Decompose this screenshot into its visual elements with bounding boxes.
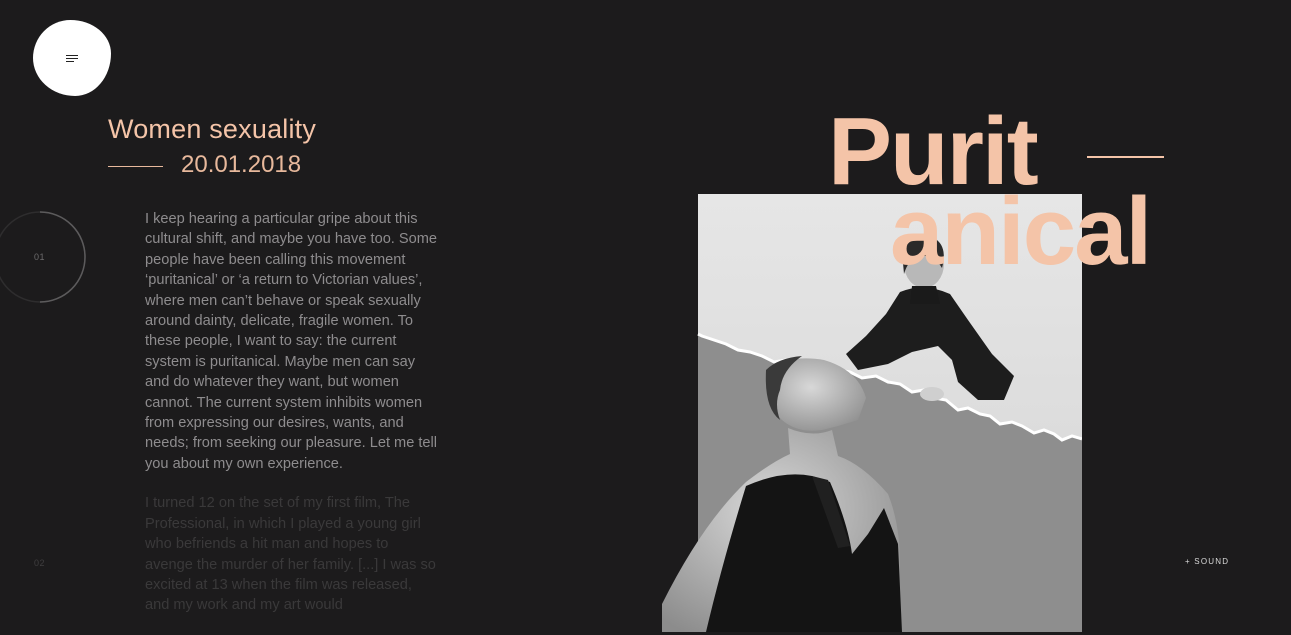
hamburger-menu-icon xyxy=(66,55,78,62)
section-number-current[interactable]: 01 xyxy=(34,252,45,262)
article-body: I keep hearing a particular gripe about … xyxy=(145,209,440,635)
section-number-next[interactable]: 02 xyxy=(34,558,45,568)
hero-divider xyxy=(1087,156,1164,158)
date-divider xyxy=(108,166,163,167)
article-paragraph: I keep hearing a particular gripe about … xyxy=(145,211,438,472)
post-date: 20.01.2018 xyxy=(181,151,302,178)
sound-toggle[interactable]: + SOUND xyxy=(1185,557,1229,566)
article-paragraph-faded: I turned 12 on the set of my first film,… xyxy=(145,495,436,614)
hero-heading-line-2: anical xyxy=(890,178,1152,285)
menu-button[interactable] xyxy=(33,20,111,96)
post-title: Women sexuality xyxy=(108,114,317,144)
